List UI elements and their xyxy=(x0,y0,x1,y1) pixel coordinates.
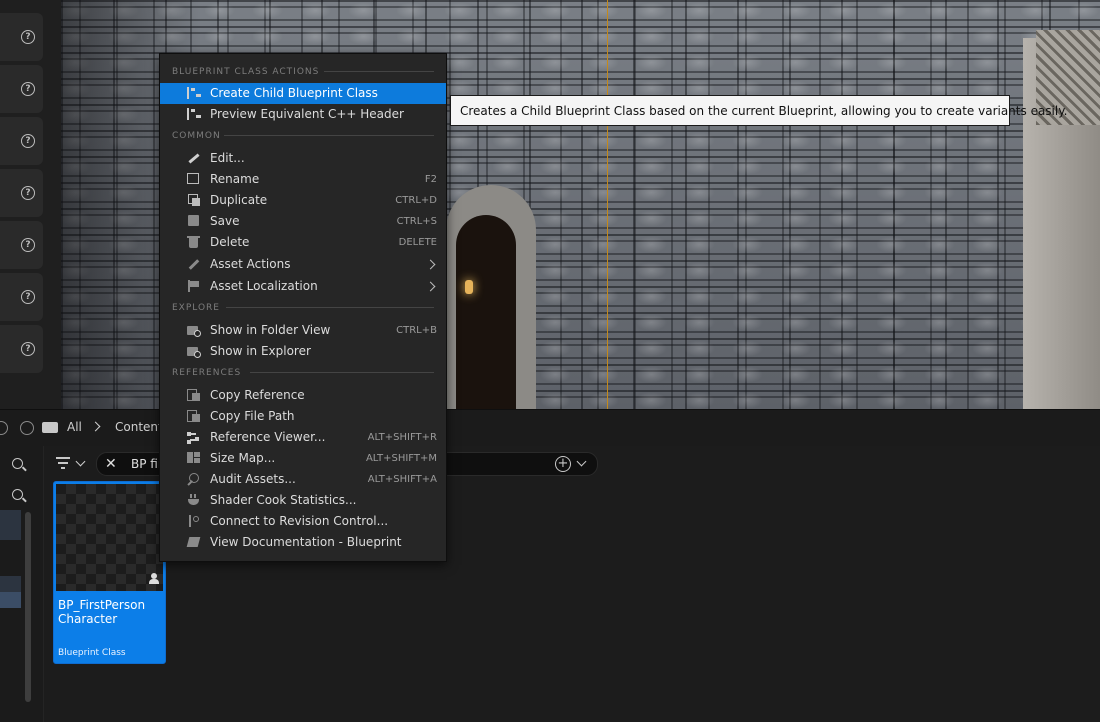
shader-pot-icon xyxy=(187,494,201,506)
menu-item-edit[interactable]: Edit... xyxy=(160,148,446,169)
sidebar-item-selected[interactable] xyxy=(0,592,21,608)
child-blueprint-icon xyxy=(187,87,203,99)
section-divider xyxy=(226,307,434,308)
documentation-icon xyxy=(187,536,201,548)
help-icon: ? xyxy=(21,342,35,356)
pencil-icon xyxy=(187,152,201,164)
menu-item-duplicate[interactable]: Duplicate CTRL+D xyxy=(160,190,446,211)
menu-item-copy-reference[interactable]: Copy Reference xyxy=(160,385,446,406)
folder-search-icon xyxy=(187,345,201,358)
help-icon: ? xyxy=(21,30,35,44)
menu-item-preview-cpp-header[interactable]: Preview Equivalent C++ Header xyxy=(160,104,446,125)
menu-item-rename[interactable]: Rename F2 xyxy=(160,169,446,190)
duplicate-icon xyxy=(187,194,201,206)
section-header-explore: EXPLORE xyxy=(172,303,220,313)
sidebar-search-button[interactable] xyxy=(0,450,40,478)
help-button[interactable]: ? xyxy=(0,325,43,373)
pawn-icon xyxy=(149,573,159,585)
forward-icon[interactable] xyxy=(20,421,34,435)
help-button[interactable]: ? xyxy=(0,273,43,321)
back-icon[interactable] xyxy=(0,421,8,435)
menu-item-asset-actions[interactable]: Asset Actions xyxy=(160,254,446,275)
reference-graph-icon xyxy=(187,431,201,443)
wrench-icon xyxy=(187,258,201,270)
menu-item-tooltip: Creates a Child Blueprint Class based on… xyxy=(450,95,1067,126)
section-divider xyxy=(324,71,434,72)
folder-icon[interactable] xyxy=(42,422,58,433)
menu-item-audit-assets[interactable]: Audit Assets... ALT+SHIFT+A xyxy=(160,469,446,490)
filter-icon[interactable] xyxy=(56,457,70,469)
section-header-references: REFERENCES xyxy=(172,368,242,378)
archway-opening xyxy=(456,215,516,409)
asset-tile-bp-firstperson-character[interactable]: BP_FirstPerson Character Blueprint Class xyxy=(53,481,166,664)
help-button[interactable]: ? xyxy=(0,65,43,113)
help-button[interactable]: ? xyxy=(0,221,43,269)
menu-item-save[interactable]: Save CTRL+S xyxy=(160,211,446,232)
add-filter-icon[interactable]: + xyxy=(555,456,571,472)
menu-item-connect-revision-control[interactable]: Connect to Revision Control... xyxy=(160,511,446,532)
rename-icon xyxy=(187,173,199,184)
submenu-arrow-icon xyxy=(425,281,436,292)
menu-item-show-in-folder-view[interactable]: Show in Folder View CTRL+B xyxy=(160,320,446,341)
help-button[interactable]: ? xyxy=(0,169,43,217)
branch-icon xyxy=(187,515,201,527)
sidebar-scrollbar[interactable] xyxy=(25,512,31,702)
help-icon: ? xyxy=(21,134,35,148)
clear-search-icon[interactable]: ✕ xyxy=(105,457,117,471)
menu-item-copy-file-path[interactable]: Copy File Path xyxy=(160,406,446,427)
help-icon: ? xyxy=(21,82,35,96)
copy-path-icon xyxy=(187,410,201,422)
copy-reference-icon xyxy=(187,389,201,401)
breadcrumb-chevron-icon xyxy=(90,421,101,432)
breadcrumb-content[interactable]: Content xyxy=(115,420,163,434)
section-header-common: COMMON xyxy=(172,131,221,141)
trash-icon xyxy=(187,236,201,248)
search-icon xyxy=(12,489,23,500)
cpp-header-icon xyxy=(187,108,203,120)
sources-sidebar xyxy=(0,446,43,722)
menu-item-delete[interactable]: Delete DELETE xyxy=(160,232,446,253)
sidebar-item[interactable] xyxy=(0,510,21,540)
section-divider xyxy=(224,135,434,136)
menu-item-view-documentation[interactable]: View Documentation - Blueprint xyxy=(160,532,446,553)
asset-type-label: Blueprint Class xyxy=(58,648,126,658)
search-dropdown-icon[interactable] xyxy=(576,456,587,467)
menu-item-asset-localization[interactable]: Asset Localization xyxy=(160,276,446,297)
help-button[interactable]: ? xyxy=(0,13,43,61)
asset-name: BP_FirstPerson Character xyxy=(58,598,146,626)
menu-item-size-map[interactable]: Size Map... ALT+SHIFT+M xyxy=(160,448,446,469)
audit-icon xyxy=(187,473,201,485)
help-button[interactable]: ? xyxy=(0,117,43,165)
details-panel-strip: ? ? ? ? ? ? ? xyxy=(0,0,61,409)
section-divider xyxy=(250,372,434,373)
size-map-icon xyxy=(187,452,201,464)
menu-item-shader-cook-statistics[interactable]: Shader Cook Statistics... xyxy=(160,490,446,511)
breadcrumb-all[interactable]: All xyxy=(67,420,82,434)
folder-search-icon xyxy=(187,324,201,337)
asset-context-menu: BLUEPRINT CLASS ACTIONS Create Child Blu… xyxy=(159,53,447,562)
help-icon: ? xyxy=(21,238,35,252)
flag-icon xyxy=(187,280,201,292)
save-icon xyxy=(187,215,201,227)
help-icon: ? xyxy=(21,186,35,200)
tooltip-text: Creates a Child Blueprint Class based on… xyxy=(460,104,1068,118)
submenu-arrow-icon xyxy=(425,259,436,270)
menu-item-reference-viewer[interactable]: Reference Viewer... ALT+SHIFT+R xyxy=(160,427,446,448)
menu-item-create-child-blueprint[interactable]: Create Child Blueprint Class xyxy=(160,83,446,104)
help-icon: ? xyxy=(21,290,35,304)
menu-item-show-in-explorer[interactable]: Show in Explorer xyxy=(160,341,446,362)
search-icon xyxy=(12,458,23,469)
wall-lantern xyxy=(465,280,473,294)
asset-thumbnail xyxy=(56,484,163,591)
sidebar-search-button[interactable] xyxy=(0,481,40,509)
viewport-guide-line xyxy=(607,0,608,409)
section-header-blueprint: BLUEPRINT CLASS ACTIONS xyxy=(172,67,320,77)
